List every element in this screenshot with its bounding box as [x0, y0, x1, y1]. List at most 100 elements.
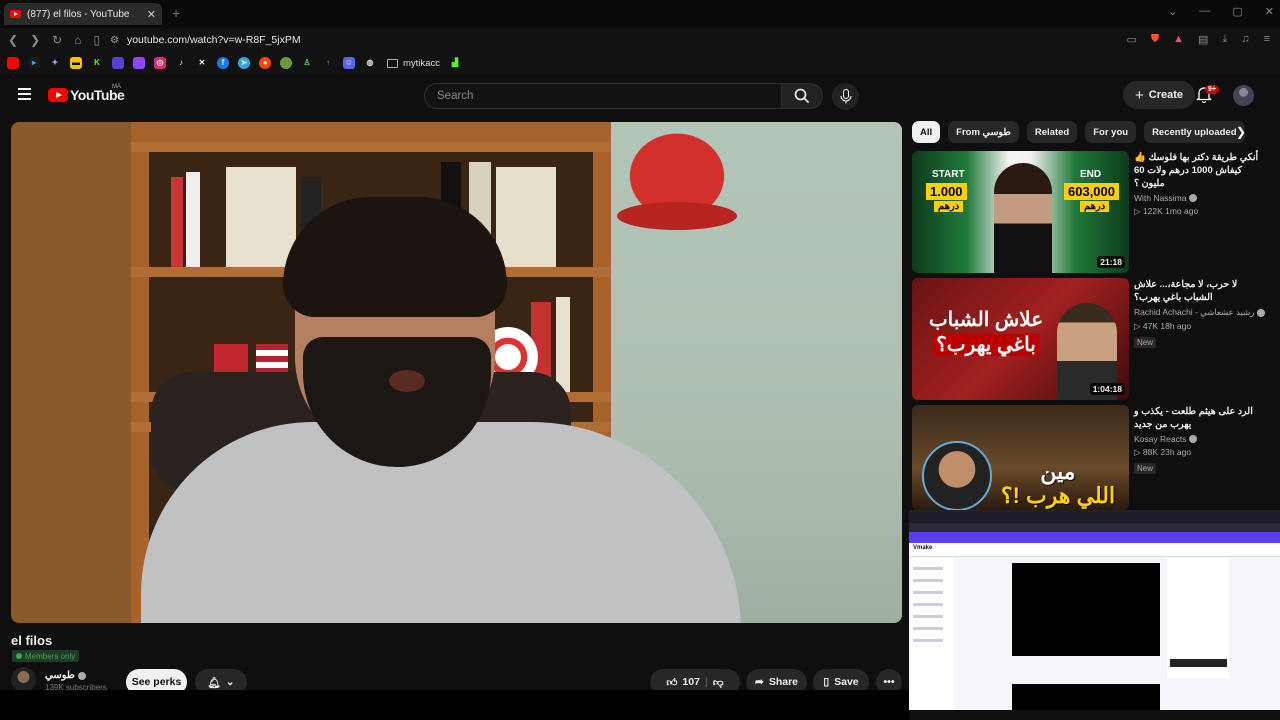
- verified-check-icon: [77, 671, 86, 680]
- screen-share-preview[interactable]: Vmake: [909, 510, 1280, 710]
- youtube-logo[interactable]: YouTube MA: [48, 84, 125, 103]
- bookmark-reddit-icon[interactable]: ●: [259, 57, 271, 69]
- share-label: Share: [768, 676, 798, 688]
- channel-name-label: طوسي: [45, 670, 75, 681]
- like-button[interactable]: 👍︎: [666, 676, 677, 689]
- bookmarks-bar: ▸ ✦ ▬ K ◎ ♪ ✕ f ➤ ● ♙ ↑ ☺ ◍ mytikacc ▟: [0, 52, 1280, 74]
- bookmark-chart-icon[interactable]: ▟: [449, 57, 461, 69]
- dislike-button[interactable]: 👎︎: [713, 676, 724, 689]
- bookmark-green-icon[interactable]: [280, 57, 292, 69]
- bookmark-globe-icon[interactable]: ◍: [364, 57, 376, 69]
- voice-search-button[interactable]: [832, 83, 859, 110]
- recommendation-title[interactable]: أنكي طريقة دكتر بها فلوسك 👍 كيفاش 1000 د…: [1134, 151, 1266, 190]
- bookmark-twitch-icon[interactable]: [133, 57, 145, 69]
- brave-shields-icon[interactable]: ⛊: [1151, 33, 1159, 46]
- notification-count-badge: 9+: [1205, 85, 1219, 94]
- site-info-icon[interactable]: ⚙: [110, 35, 119, 46]
- media-icon[interactable]: ♫: [1241, 33, 1249, 46]
- forward-icon[interactable]: ❯: [30, 33, 40, 47]
- new-badge: New: [1134, 337, 1157, 348]
- verified-check-icon: [1189, 194, 1198, 202]
- video-red-hat: [617, 122, 737, 212]
- url-field[interactable]: youtube.com/watch?v=w-R8F_5jxPM: [127, 34, 301, 46]
- brave-rewards-icon[interactable]: ▲: [1173, 33, 1184, 46]
- chip-all[interactable]: All: [912, 121, 941, 143]
- search-input[interactable]: Search: [424, 83, 782, 109]
- bookmark-tiktok-icon[interactable]: ♪: [175, 57, 187, 69]
- plus-icon: +: [1135, 86, 1144, 104]
- bookmark-icon[interactable]: ▯: [93, 33, 100, 47]
- maximize-icon[interactable]: ▢: [1232, 5, 1242, 18]
- chip-recently-uploaded[interactable]: Recently uploaded: [1144, 121, 1245, 143]
- recommendation-meta: ▷ 47K 18h ago: [1134, 321, 1192, 331]
- chip-from-channel[interactable]: From طوسي: [948, 121, 1019, 143]
- video-duration: 21:18: [1097, 256, 1125, 268]
- share-icon: ➦: [755, 676, 764, 688]
- menu-icon[interactable]: ≡: [1264, 33, 1270, 46]
- cast-icon[interactable]: ▭: [1127, 33, 1137, 46]
- recommendation-item[interactable]: START 1.000 درهم END 603,000 درهم 21:18 …: [912, 151, 1272, 273]
- home-icon[interactable]: ⌂: [74, 33, 81, 47]
- vmake-logo: Vmake: [913, 545, 933, 551]
- back-icon[interactable]: ❮: [8, 33, 18, 47]
- new-tab-button[interactable]: +: [172, 5, 180, 21]
- account-avatar[interactable]: [1233, 85, 1254, 106]
- bookmark-telegram-icon[interactable]: ➤: [238, 57, 250, 69]
- more-icon: •••: [883, 676, 895, 688]
- recommendation-title[interactable]: لا حرب، لا مجاعة،... علاش الشباب باغي يه…: [1134, 278, 1266, 304]
- bookmark-youtube-icon[interactable]: [7, 57, 19, 69]
- downloads-icon[interactable]: ⤓: [1222, 33, 1227, 46]
- reload-icon[interactable]: ↻: [52, 33, 62, 47]
- members-only-badge: Members only: [12, 650, 80, 662]
- window-close-icon[interactable]: ✕: [1265, 5, 1274, 18]
- search-button[interactable]: [781, 83, 823, 109]
- chips-next-chevron-icon[interactable]: ❯: [1236, 125, 1246, 139]
- verified-check-icon: [1189, 435, 1198, 443]
- bookmark-gemini-icon[interactable]: ✦: [49, 57, 61, 69]
- bookmark-purple-icon[interactable]: [112, 57, 124, 69]
- bookmark-kick-icon[interactable]: K: [91, 57, 103, 69]
- recommendation-title[interactable]: الرد على هيثم طلعت - يكذب و يهرب من جديد: [1134, 405, 1266, 431]
- video-player[interactable]: [11, 122, 902, 623]
- recommendation-item[interactable]: مين اللي هرب !؟ الرد على هيثم طلعت - يكذ…: [912, 405, 1272, 510]
- recommendation-thumbnail[interactable]: مين اللي هرب !؟: [912, 405, 1129, 510]
- verified-check-icon: [1257, 308, 1266, 317]
- tab-close-icon[interactable]: ✕: [147, 8, 156, 21]
- recommendation-channel[interactable]: Kosay Reacts: [1134, 434, 1266, 444]
- bookmark-imdb-icon[interactable]: ▬: [70, 57, 82, 69]
- channel-avatar[interactable]: [11, 667, 36, 692]
- bookmark-facebook-icon[interactable]: f: [217, 57, 229, 69]
- recommendation-meta: ▷ 122K 1mo ago: [1134, 206, 1199, 216]
- address-bar-row: ❮ ❯ ↻ ⌂ ▯ ⚙ youtube.com/watch?v=w-R8F_5j…: [0, 28, 1280, 52]
- folder-icon: [387, 58, 398, 68]
- chevron-down-icon: ⌄: [225, 676, 235, 688]
- minimize-icon[interactable]: —: [1199, 5, 1210, 18]
- country-code: MA: [112, 84, 121, 90]
- tab-list-icon[interactable]: ⌄: [1168, 5, 1177, 18]
- bookmark-instagram-icon[interactable]: ◎: [154, 57, 166, 69]
- bookmark-folder-mytikacc[interactable]: mytikacc: [387, 58, 440, 69]
- recommendation-channel[interactable]: Rachid Achachi - رشيد عشعاشي: [1134, 307, 1266, 318]
- bookmark-play-icon[interactable]: ▸: [28, 57, 40, 69]
- bookmark-arrow-icon[interactable]: ↑: [322, 57, 334, 69]
- youtube-favicon-icon: [10, 10, 21, 18]
- recommendation-channel[interactable]: With Nassima: [1134, 193, 1266, 203]
- bookmark-x-icon[interactable]: ✕: [196, 57, 208, 69]
- chip-related[interactable]: Related: [1026, 121, 1078, 143]
- create-button[interactable]: + Create: [1123, 81, 1196, 109]
- sidebar-icon[interactable]: ▤: [1198, 33, 1208, 46]
- bell-icon: 🔔︎: [207, 676, 221, 689]
- window-controls: ⌄ — ▢ ✕: [1168, 5, 1274, 18]
- bookmark-figure-icon[interactable]: ♙: [301, 57, 313, 69]
- create-label: Create: [1148, 89, 1184, 101]
- recommendation-thumbnail[interactable]: علاش الشباب باغي يهرب؟ 1:04:18: [912, 278, 1129, 400]
- recommendation-item[interactable]: علاش الشباب باغي يهرب؟ 1:04:18 لا حرب، ل…: [912, 278, 1272, 400]
- channel-name[interactable]: طوسي: [45, 670, 86, 681]
- microphone-icon: [840, 89, 851, 104]
- chip-for-you[interactable]: For you: [1085, 121, 1137, 143]
- browser-tab-youtube[interactable]: (877) el filos - YouTube ✕: [4, 3, 162, 25]
- page-bottom-bar: [0, 690, 909, 720]
- recommendation-thumbnail[interactable]: START 1.000 درهم END 603,000 درهم 21:18: [912, 151, 1129, 273]
- bookmark-discord-icon[interactable]: ☺: [343, 57, 355, 69]
- guide-menu-icon[interactable]: [18, 88, 31, 103]
